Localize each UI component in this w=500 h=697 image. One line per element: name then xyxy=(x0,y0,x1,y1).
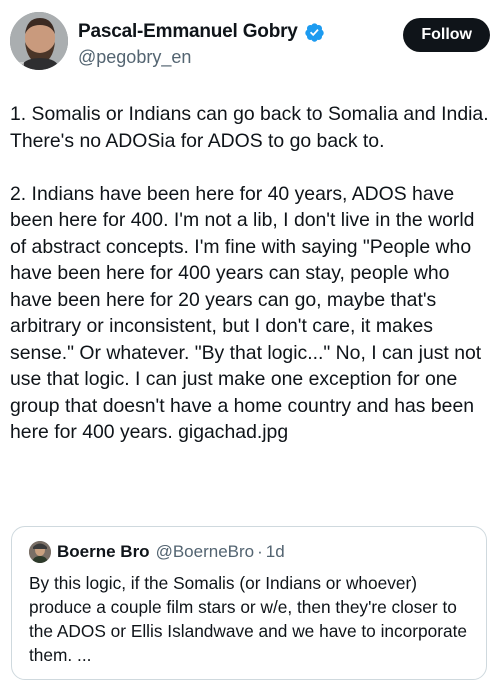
verified-badge-icon xyxy=(304,22,324,42)
tweet-header: Pascal-Emmanuel Gobry @pegobry_en Follow xyxy=(10,12,490,78)
quoted-author-name[interactable]: Boerne Bro xyxy=(57,542,150,562)
quoted-author-handle[interactable]: @BoerneBro xyxy=(156,542,255,562)
quoted-author-avatar[interactable] xyxy=(29,541,51,563)
tweet-paragraph-2: 2. Indians have been here for 40 years, … xyxy=(10,182,482,444)
separator-dot: · xyxy=(257,542,263,561)
quoted-tweet-header: Boerne Bro @BoerneBro · 1d xyxy=(29,541,285,563)
follow-button[interactable]: Follow xyxy=(403,18,490,52)
tweet-paragraph-1: 1. Somalis or Indians can go back to Som… xyxy=(10,103,489,152)
author-name[interactable]: Pascal-Emmanuel Gobry xyxy=(78,21,298,43)
quoted-tweet-card[interactable]: Boerne Bro @BoerneBro · 1d By this logic… xyxy=(11,526,487,680)
author-name-row: Pascal-Emmanuel Gobry xyxy=(78,21,325,43)
author-avatar[interactable] xyxy=(10,12,68,70)
tweet-body: 1. Somalis or Indians can go back to Som… xyxy=(10,101,492,446)
quoted-tweet-text: By this logic, if the Somalis (or Indian… xyxy=(29,573,468,665)
quoted-tweet-timestamp[interactable]: 1d xyxy=(266,542,285,562)
author-handle[interactable]: @pegobry_en xyxy=(78,47,191,68)
